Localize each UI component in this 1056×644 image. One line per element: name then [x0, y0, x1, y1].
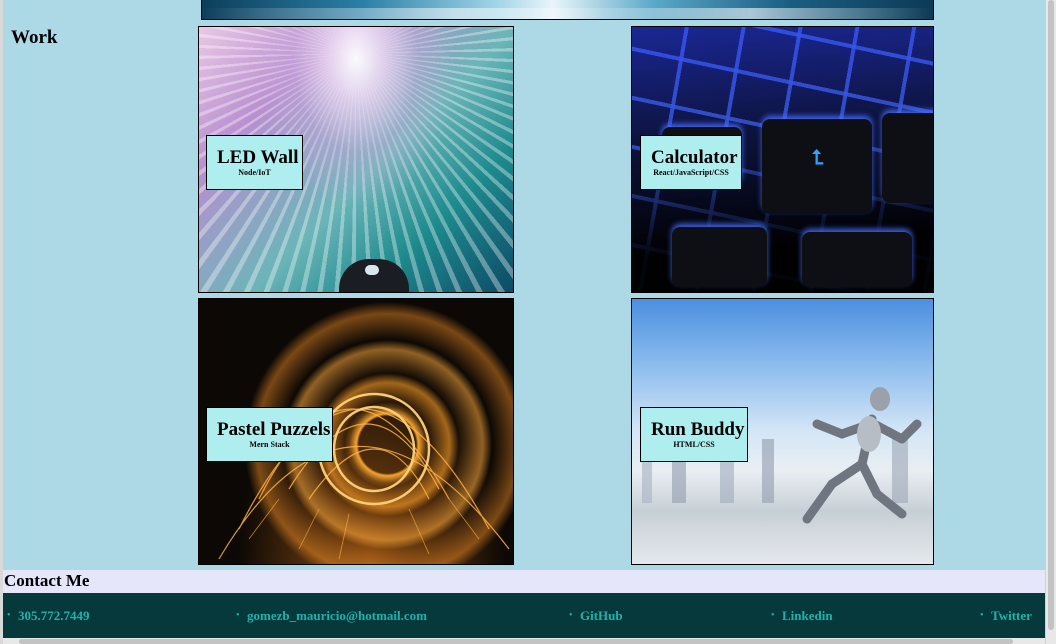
contact-heading: Contact Me — [4, 571, 90, 590]
robot-figure — [802, 387, 922, 524]
bullet-icon: • — [980, 610, 984, 621]
bullet-icon: • — [771, 610, 775, 621]
project-tech: Mern Stack — [249, 440, 290, 449]
page: Work LED Wall Node/IoT ⮤ Calculator Reac… — [0, 0, 1056, 644]
project-label[interactable]: Calculator React/JavaScript/CSS — [640, 135, 742, 190]
twitter-link[interactable]: Twitter — [991, 608, 1032, 624]
project-card-led-wall[interactable]: LED Wall Node/IoT — [198, 26, 514, 293]
project-card-calculator[interactable]: ⮤ Calculator React/JavaScript/CSS — [631, 26, 934, 293]
keyboard-key — [802, 232, 912, 287]
project-title: LED Wall — [217, 147, 299, 168]
project-title: Pastel Puzzels — [217, 419, 331, 440]
scrollbar-thumb[interactable] — [1048, 0, 1054, 630]
project-title: Run Buddy — [651, 419, 745, 440]
email-link[interactable]: gomezb_mauricio@hotmail.com — [247, 608, 427, 624]
keyboard-key — [672, 227, 767, 287]
contact-footer: • 305.772.7449 • gomezb_mauricio@hotmail… — [3, 593, 1045, 638]
scrollbar-thumb[interactable] — [19, 639, 1013, 644]
bullet-icon: • — [569, 610, 573, 621]
contact-section: Contact Me — [3, 570, 1045, 593]
linkedin-link[interactable]: Linkedin — [782, 608, 833, 624]
hero-image — [201, 0, 934, 20]
project-card-pastel-puzzels[interactable]: Pastel Puzzels Mern Stack — [198, 298, 514, 565]
project-label[interactable]: LED Wall Node/IoT — [206, 135, 303, 190]
phone-link[interactable]: 305.772.7449 — [18, 608, 90, 624]
project-tech: HTML/CSS — [673, 440, 715, 449]
project-card-run-buddy[interactable]: Run Buddy HTML/CSS — [631, 298, 934, 565]
github-link[interactable]: GitHub — [580, 608, 623, 624]
enter-arrow-icon: ⮤ — [812, 145, 824, 169]
project-tech: React/JavaScript/CSS — [653, 168, 729, 177]
bullet-icon: • — [236, 610, 240, 621]
work-heading: Work — [11, 27, 58, 48]
keyboard-key — [882, 113, 933, 203]
project-label[interactable]: Run Buddy HTML/CSS — [640, 407, 748, 462]
robot-hand-image — [339, 259, 409, 292]
vertical-scrollbar[interactable] — [1045, 0, 1056, 644]
work-section: Work LED Wall Node/IoT ⮤ Calculator Reac… — [3, 0, 1045, 570]
project-label[interactable]: Pastel Puzzels Mern Stack — [206, 407, 333, 462]
project-tech: Node/IoT — [238, 168, 271, 177]
project-title: Calculator — [651, 147, 738, 168]
horizontal-scrollbar[interactable] — [3, 638, 1045, 644]
bullet-icon: • — [7, 610, 11, 621]
